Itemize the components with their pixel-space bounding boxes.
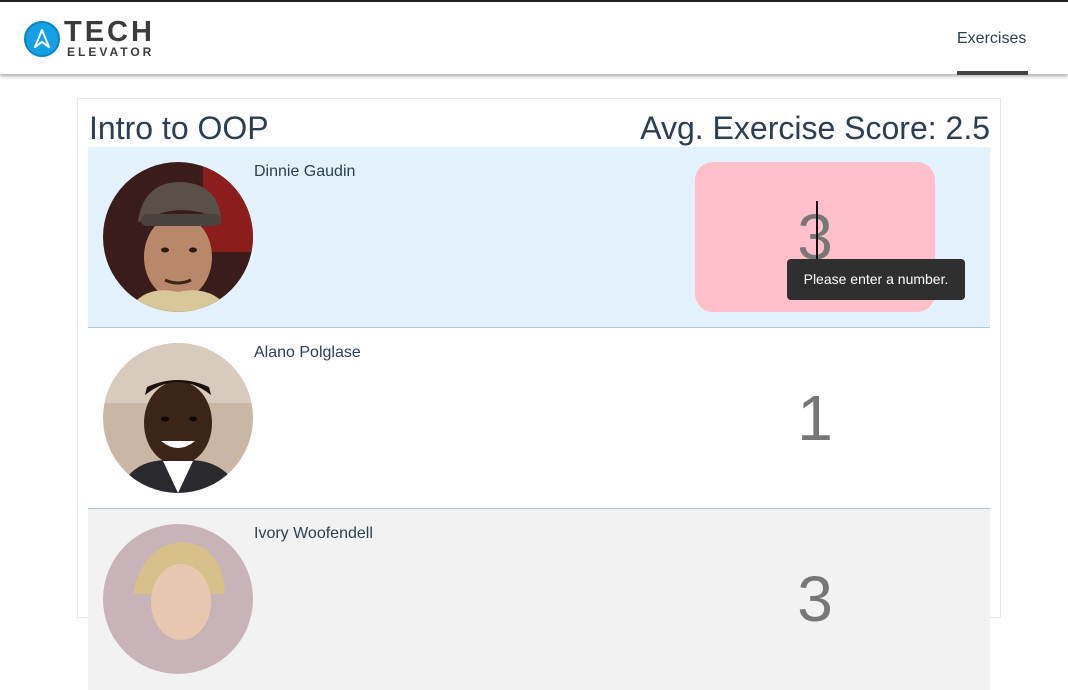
top-nav-bar: TECH ELEVATOR Exercises (0, 0, 1068, 75)
logo-compass-icon (24, 21, 60, 57)
page-title: Intro to OOP (89, 110, 269, 146)
validation-tooltip: Please enter a number. (787, 259, 965, 300)
student-row: Dinnie Gaudin 3 (88, 147, 990, 328)
score-input[interactable]: 1 (695, 343, 935, 493)
student-row: Alano Polglase 1 (88, 328, 990, 509)
student-avatar (103, 524, 253, 674)
student-name: Ivory Woofendell (254, 525, 373, 542)
active-nav-indicator (957, 71, 1028, 75)
student-name: Dinnie Gaudin (254, 163, 356, 180)
student-name: Alano Polglase (254, 344, 361, 361)
student-row: Ivory Woofendell 3 (88, 509, 990, 690)
logo-text-elevator: ELEVATOR (67, 45, 155, 59)
logo-text-tech: TECH (64, 16, 155, 48)
score-input[interactable]: 3 (695, 524, 935, 674)
tech-elevator-logo[interactable]: TECH ELEVATOR (24, 16, 164, 61)
nav-link-exercises[interactable]: Exercises (957, 30, 1026, 48)
student-avatar (103, 162, 253, 312)
average-score: Avg. Exercise Score: 2.5 (640, 110, 990, 146)
student-avatar (103, 343, 253, 493)
